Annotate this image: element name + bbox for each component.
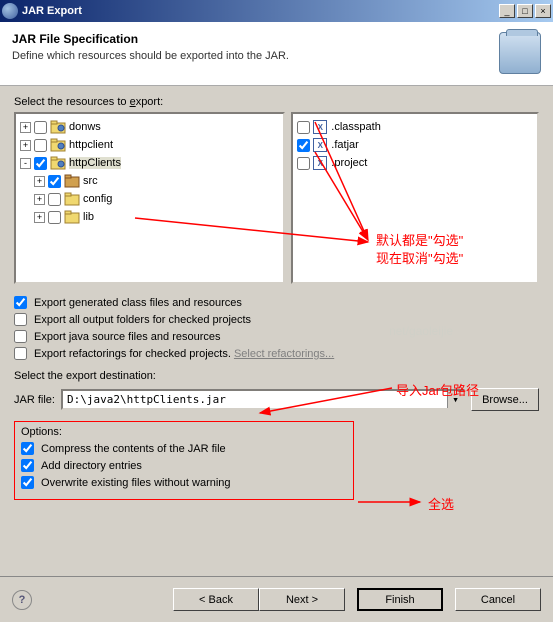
destination-label: Select the export destination:: [14, 370, 539, 382]
tree-label: httpclient: [69, 139, 113, 151]
tree-checkbox[interactable]: [48, 193, 61, 206]
header-title: JAR File Specification: [12, 32, 499, 46]
cancel-button[interactable]: Cancel: [455, 588, 541, 611]
file-list-panel[interactable]: X .classpath X .fatjar X .project: [291, 112, 539, 284]
browse-button[interactable]: Browse...: [471, 388, 539, 411]
file-label: .project: [331, 157, 367, 169]
file-label: .classpath: [331, 121, 381, 133]
tree-toggle[interactable]: +: [20, 122, 31, 133]
jar-path-dropdown[interactable]: ▾: [447, 391, 463, 408]
close-button[interactable]: ×: [535, 4, 551, 18]
app-icon: [2, 3, 18, 19]
select-refactorings-link[interactable]: Select refactorings...: [234, 348, 334, 360]
export-label: Export all output folders for checked pr…: [34, 314, 251, 326]
maximize-button[interactable]: □: [517, 4, 533, 18]
jar-icon: [499, 32, 541, 74]
option-label: Compress the contents of the JAR file: [41, 443, 226, 455]
option-label: Add directory entries: [41, 460, 142, 472]
tree-checkbox[interactable]: [48, 211, 61, 224]
option-checkbox[interactable]: [21, 459, 34, 472]
tree-label: donws: [69, 121, 101, 133]
file-item[interactable]: X .fatjar: [297, 136, 533, 154]
options-label: Options:: [21, 426, 347, 438]
resources-label: Select the resources to export:: [14, 96, 539, 108]
tree-item[interactable]: - httpClients: [20, 154, 279, 172]
tree-checkbox[interactable]: [34, 139, 47, 152]
header-subtitle: Define which resources should be exporte…: [12, 50, 499, 62]
export-option: Export generated class files and resourc…: [14, 296, 539, 309]
export-option: Export refactorings for checked projects…: [14, 347, 539, 360]
finish-button[interactable]: Finish: [357, 588, 443, 611]
tree-checkbox[interactable]: [34, 121, 47, 134]
options-group: Options: Compress the contents of the JA…: [14, 421, 354, 500]
back-button[interactable]: < Back: [173, 588, 259, 611]
tree-item[interactable]: + donws: [20, 118, 279, 136]
tree-item[interactable]: + config: [20, 190, 279, 208]
file-checkbox[interactable]: [297, 139, 310, 152]
file-checkbox[interactable]: [297, 157, 310, 170]
tree-label: config: [83, 193, 112, 205]
file-icon: X: [313, 138, 327, 152]
file-icon: X: [313, 156, 327, 170]
tree-item[interactable]: + httpclient: [20, 136, 279, 154]
tree-item[interactable]: + lib: [20, 208, 279, 226]
export-label: Export refactorings for checked projects…: [34, 348, 334, 360]
tree-checkbox[interactable]: [34, 157, 47, 170]
tree-checkbox[interactable]: [48, 175, 61, 188]
tree-toggle[interactable]: +: [34, 194, 45, 205]
jar-file-label: JAR file:: [14, 394, 55, 406]
dialog-header: JAR File Specification Define which reso…: [0, 22, 553, 86]
window-title: JAR Export: [22, 5, 499, 17]
file-checkbox[interactable]: [297, 121, 310, 134]
file-label: .fatjar: [331, 139, 359, 151]
tree-label: lib: [83, 211, 94, 223]
tree-label: src: [83, 175, 98, 187]
option-row: Overwrite existing files without warning: [21, 476, 347, 489]
tree-item[interactable]: + src: [20, 172, 279, 190]
help-button[interactable]: ?: [12, 590, 32, 610]
export-option: Export java source files and resources: [14, 330, 539, 343]
option-checkbox[interactable]: [21, 442, 34, 455]
tree-toggle[interactable]: +: [34, 176, 45, 187]
option-row: Compress the contents of the JAR file: [21, 442, 347, 455]
export-label: Export generated class files and resourc…: [34, 297, 242, 309]
export-checkbox[interactable]: [14, 347, 27, 360]
minimize-button[interactable]: _: [499, 4, 515, 18]
export-checkbox[interactable]: [14, 313, 27, 326]
tree-label: httpClients: [69, 157, 121, 169]
resource-tree-panel[interactable]: + donws + httpclient - httpClients + src + config…: [14, 112, 285, 284]
next-button[interactable]: Next >: [259, 588, 345, 611]
export-label: Export java source files and resources: [34, 331, 221, 343]
tree-toggle[interactable]: -: [20, 158, 31, 169]
tree-toggle[interactable]: +: [20, 140, 31, 151]
titlebar: JAR Export _ □ ×: [0, 0, 553, 22]
option-row: Add directory entries: [21, 459, 347, 472]
option-checkbox[interactable]: [21, 476, 34, 489]
jar-path-input[interactable]: D:\java2\httpClients.jar ▾: [61, 389, 465, 410]
export-checkbox[interactable]: [14, 330, 27, 343]
footer: ? < Back Next > Finish Cancel: [0, 576, 553, 622]
export-checkbox[interactable]: [14, 296, 27, 309]
export-option: Export all output folders for checked pr…: [14, 313, 539, 326]
option-label: Overwrite existing files without warning: [41, 477, 231, 489]
file-item[interactable]: X .project: [297, 154, 533, 172]
tree-toggle[interactable]: +: [34, 212, 45, 223]
file-item[interactable]: X .classpath: [297, 118, 533, 136]
file-icon: X: [313, 120, 327, 134]
